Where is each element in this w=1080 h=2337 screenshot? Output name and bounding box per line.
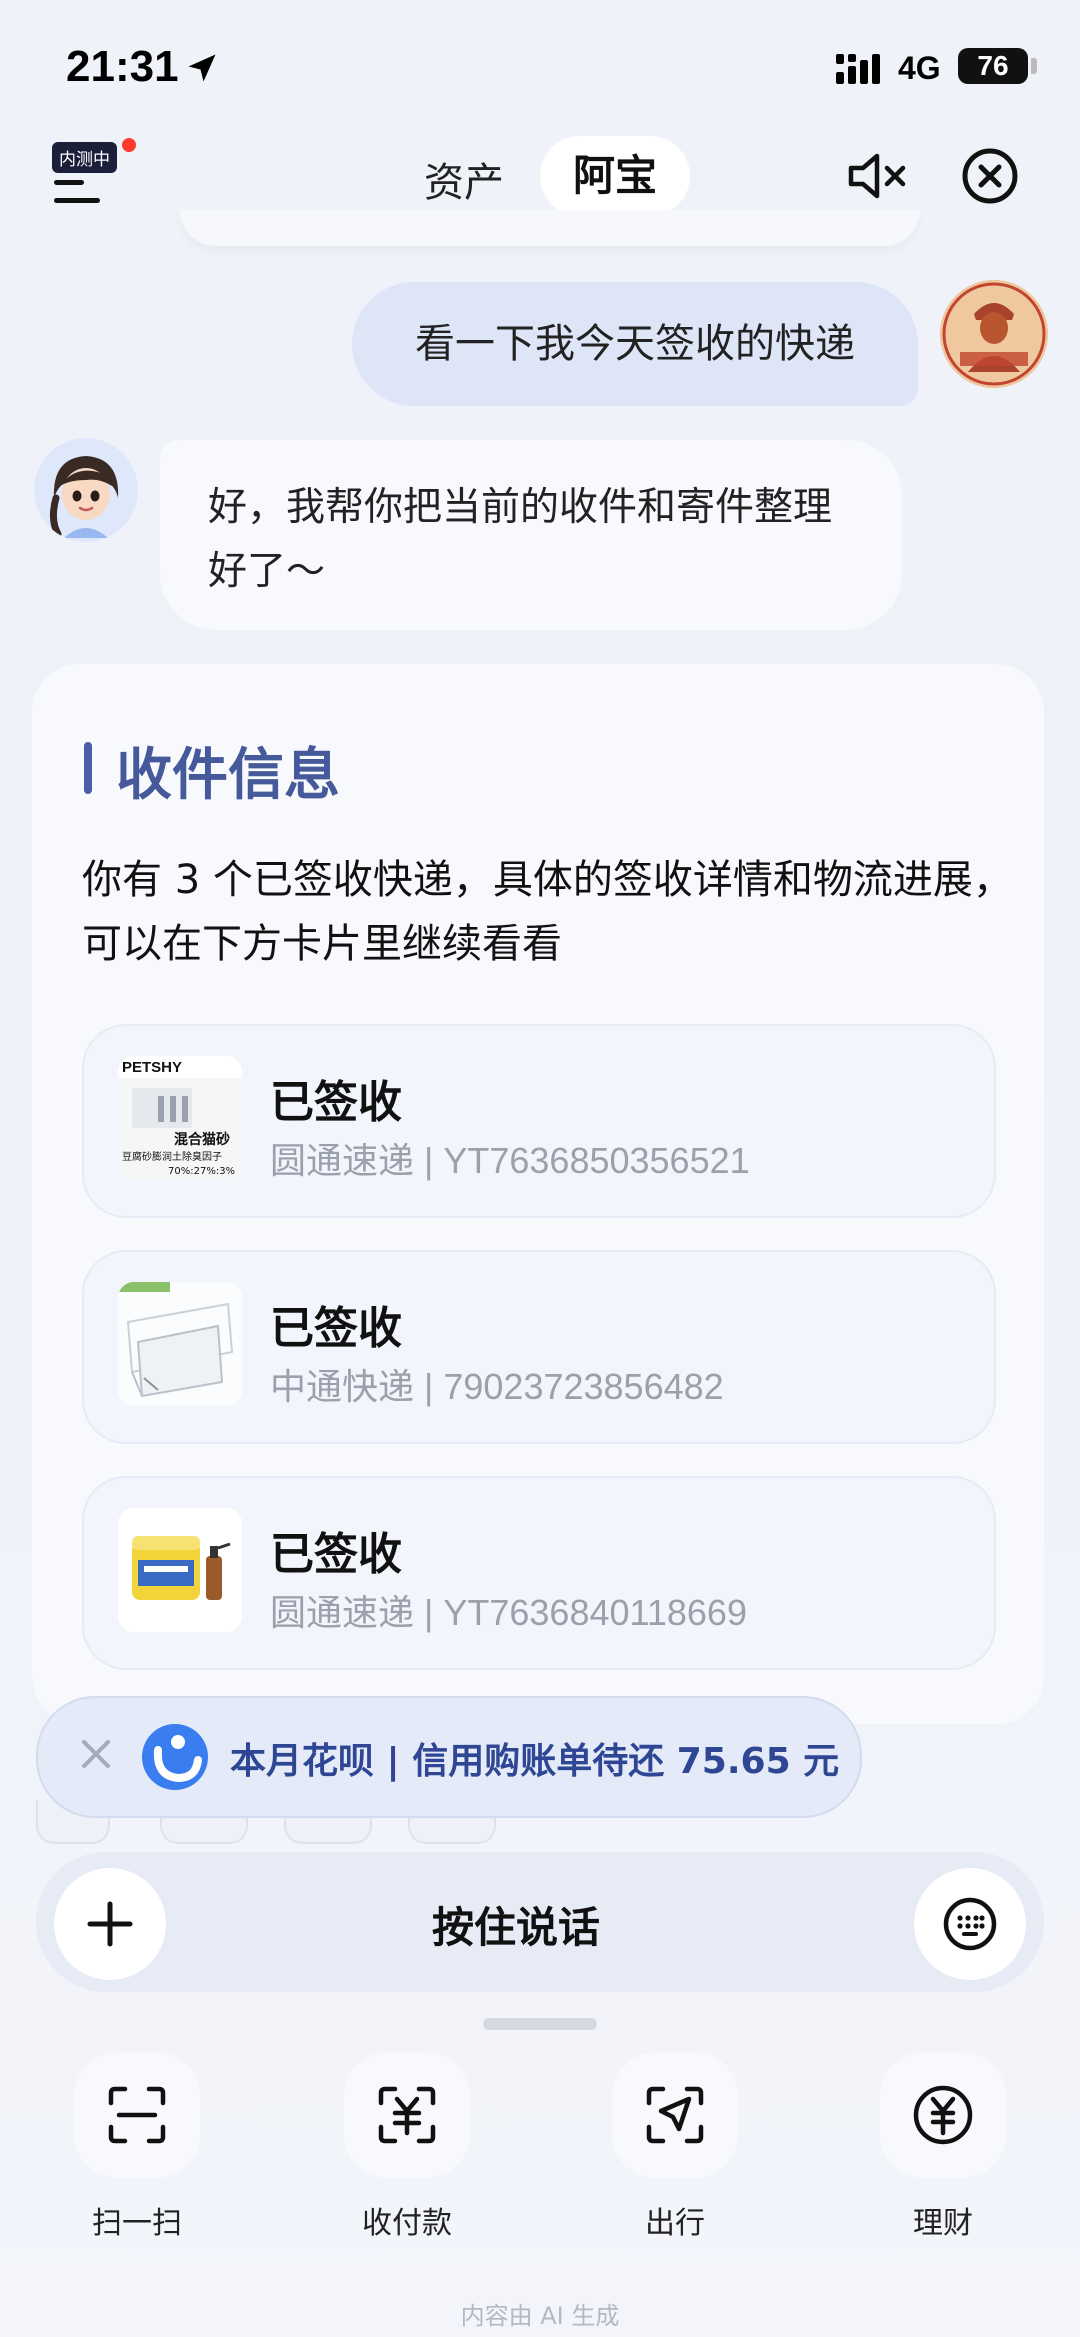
ai-message-bubble: 好，我帮你把当前的收件和寄件整理好了～ [160,440,902,630]
ai-message-text: 好，我帮你把当前的收件和寄件整理好了～ [208,485,833,594]
shortcut-payment[interactable]: 收付款 [324,2052,484,2241]
shortcut-scan[interactable]: 扫一扫 [54,2052,214,2241]
scan-icon [108,2086,166,2144]
shortcut-icon-tile [344,2052,470,2178]
status-time: 21:31 [66,42,179,91]
menu-button[interactable]: 内测中 [52,138,136,212]
parcel-item[interactable]: PETSHY 混合猫砂 豆腐砂膨润土除臭因子 70%:27%:3% 已签收 圆通… [82,1024,996,1218]
tab-assets[interactable]: 资产 [424,150,504,208]
drag-handle[interactable] [483,2018,597,2030]
parcel-info-card: 收件信息 你有 3 个已签收快递，具体的签收详情和物流进展，可以在下方卡片里继续… [32,664,1044,1724]
close-icon[interactable] [960,146,1020,206]
close-icon[interactable] [74,1732,118,1776]
wealth-icon [913,2085,973,2145]
parcel-item[interactable]: 已签收 中通快递 | 79023723856482 [82,1250,996,1444]
cat-litter-product-image: PETSHY 混合猫砂 豆腐砂膨润土除臭因子 70%:27%:3% [118,1056,242,1180]
acrylic-divider-product-image [118,1282,242,1406]
battery-indicator: 76 [958,48,1028,84]
plus-button[interactable] [54,1868,166,1980]
parcel-detail: 圆通速递 | YT7636850356521 [270,1140,750,1181]
keyboard-icon [943,1897,997,1951]
previous-message-edge [180,210,920,246]
battery-nub [1031,58,1037,74]
parcel-thumbnail [118,1282,242,1406]
keyboard-button[interactable] [914,1868,1026,1980]
signal-icon [836,54,880,84]
thumb-sub: 豆腐砂膨润土除臭因子 [122,1150,222,1163]
thumb-brand: PETSHY [122,1059,182,1076]
shortcut-label: 理财 [913,2206,973,2241]
parcel-thumbnail: PETSHY 混合猫砂 豆腐砂膨润土除臭因子 70%:27%:3% [118,1056,242,1180]
location-arrow-icon [188,54,216,82]
notification-dot [122,138,136,152]
shortcut-icon-tile [880,2052,1006,2178]
parcel-detail: 中通快递 | 79023723856482 [270,1366,724,1407]
card-title: 收件信息 [116,743,340,808]
thumb-caption: 混合猫砂 [174,1131,230,1148]
user-message-bubble: 看一下我今天签收的快递 [352,282,918,406]
travel-icon [646,2086,704,2144]
card-description: 你有 3 个已签收快递，具体的签收详情和物流进展，可以在下方卡片里继续看看 [82,857,1013,967]
hold-to-talk-button[interactable]: 按住说话 [336,1894,696,1955]
shortcut-travel[interactable]: 出行 [592,2052,752,2241]
parcel-status: 已签收 [270,1529,402,1580]
huabei-logo-icon [142,1724,208,1790]
huabei-banner[interactable]: 本月花呗 | 信用购账单待还 75.65 元 [36,1696,862,1818]
parcel-item[interactable]: 已签收 圆通速递 | YT7636840118669 [82,1476,996,1670]
payment-icon [378,2086,436,2144]
mute-icon[interactable] [845,148,909,204]
nav-tabs: 资产 阿宝 [410,136,700,220]
plus-icon [87,1901,133,1947]
parcel-status: 已签收 [270,1077,402,1128]
shortcut-label: 扫一扫 [92,2206,182,2241]
menu-icon [54,180,100,203]
ai-generated-note: 内容由 AI 生成 [460,2302,620,2330]
parcel-thumbnail [118,1508,242,1632]
shortcut-label: 收付款 [362,2206,452,2241]
huabei-text: 本月花呗 | 信用购账单待还 75.65 元 [230,1741,840,1782]
soldering-paste-product-image [118,1508,242,1632]
tab-abao[interactable]: 阿宝 [540,136,690,216]
shortcut-label: 出行 [645,2206,705,2241]
thumb-ratio: 70%:27%:3% [168,1166,235,1177]
shortcut-wealth[interactable]: 理财 [860,2052,1020,2241]
status-bar: 21:31 4G 76 [0,0,1080,130]
ai-avatar-image [34,438,138,542]
card-title-accent [84,742,92,794]
parcel-status: 已签收 [270,1303,402,1354]
shortcut-icon-tile [74,2052,200,2178]
ai-avatar [34,438,138,542]
shortcut-icon-tile [612,2052,738,2178]
user-avatar[interactable] [940,280,1048,388]
beta-badge: 内测中 [52,142,117,173]
network-label: 4G [898,50,941,86]
parcel-detail: 圆通速递 | YT7636840118669 [270,1592,747,1633]
user-avatar-image [940,280,1048,388]
input-bar: 按住说话 [36,1852,1044,1992]
